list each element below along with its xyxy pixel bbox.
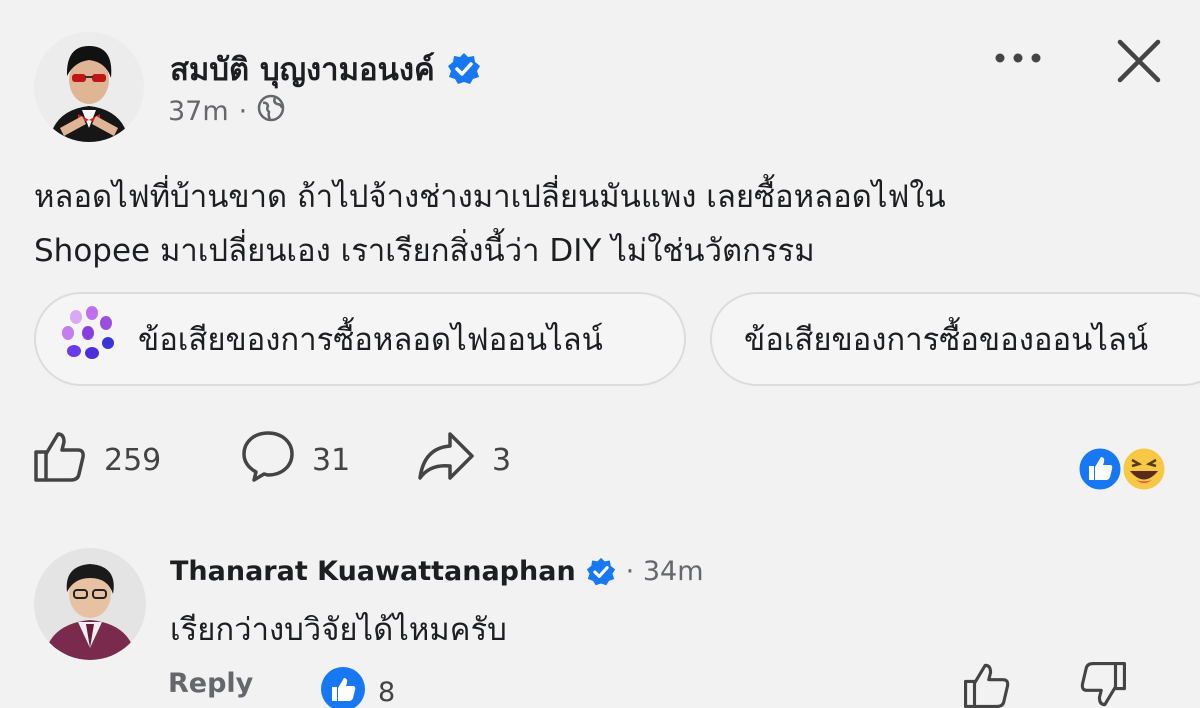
meta-separator: · [238,96,248,127]
verified-badge-icon [447,52,481,86]
comment-thumbs-up-icon[interactable] [962,660,1012,708]
comment-reaction-summary[interactable]: 8 [320,666,395,708]
comment-bubble-icon [240,428,296,492]
share-button[interactable]: 3 [416,428,511,492]
comment-text: เรียกว่างบวิจัยได้ไหมครับ [170,612,507,648]
comment-timestamp[interactable]: · 34m [626,556,704,587]
like-reaction-icon [1076,445,1124,493]
suggestion-label-1: ข้อเสียของการซื้อหลอดไฟออนไลน์ [138,322,603,358]
globe-icon [257,94,285,129]
comment-button[interactable]: 31 [240,428,350,492]
reply-button[interactable]: Reply [168,668,253,699]
close-icon[interactable] [1112,34,1166,88]
verified-badge-icon [586,557,616,587]
meta-ai-icon [56,303,120,375]
like-reaction-icon [320,666,366,708]
comment-count: 31 [312,442,351,478]
comment-thumbs-down-icon[interactable] [1078,660,1128,708]
suggestion-label-2: ข้อเสียของการซื้อของออนไลน์ [744,322,1149,358]
commenter-name-label: Thanarat Kuawattanaphan [170,556,576,587]
post-meta: 37m · [168,94,285,129]
like-button[interactable]: 259 [32,428,161,492]
post-timestamp[interactable]: 37m [168,96,229,127]
share-count: 3 [492,442,512,478]
reactions-summary[interactable] [1076,444,1176,494]
post-text-line-1: หลอดไฟที่บ้านขาด ถ้าไปจ้างช่างมาเปลี่ยนม… [34,179,946,215]
more-options-icon[interactable] [990,38,1046,78]
post-body: หลอดไฟที่บ้านขาด ถ้าไปจ้างช่างมาเปลี่ยนม… [34,170,1174,278]
post-author-label: สมบัติ บุญงามอนงค์ [170,52,435,88]
share-arrow-icon [416,428,476,492]
haha-reaction-icon [1120,445,1168,493]
suggestion-chip-online-lightbulb[interactable]: ข้อเสียของการซื้อหลอดไฟออนไลน์ [34,292,686,386]
like-count: 259 [104,442,162,478]
comment-like-count: 8 [378,677,396,708]
suggestion-chip-online-shopping[interactable]: ข้อเสียของการซื้อของออนไลน์ [710,292,1200,386]
post-text-line-2: Shopee มาเปลี่ยนเอง เราเรียกสิ่งนี้ว่า D… [34,233,815,269]
commenter-name[interactable]: Thanarat Kuawattanaphan · 34m [170,556,704,587]
post-author-name[interactable]: สมบัติ บุญงามอนงค์ [170,44,481,94]
commenter-avatar[interactable] [34,548,146,660]
post-author-avatar[interactable] [34,32,144,142]
thumbs-up-icon [32,428,88,492]
